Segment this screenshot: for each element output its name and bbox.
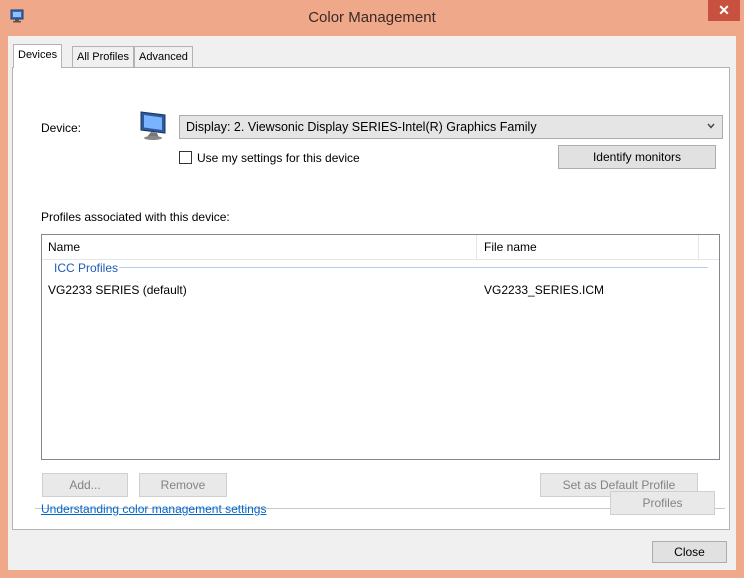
profiles-list[interactable]: Name File name ICC Profiles VG2233 SERIE… xyxy=(41,234,720,460)
profiles-heading: Profiles associated with this device: xyxy=(41,210,230,224)
column-header-file-name[interactable]: File name xyxy=(484,240,537,254)
understanding-color-management-link[interactable]: Understanding color management settings xyxy=(41,502,266,516)
use-my-settings-checkbox[interactable] xyxy=(179,151,192,164)
add-button[interactable]: Add... xyxy=(42,473,128,497)
device-select-value: Display: 2. Viewsonic Display SERIES-Int… xyxy=(186,120,537,134)
remove-button[interactable]: Remove xyxy=(139,473,227,497)
monitor-icon xyxy=(140,111,166,140)
tab-all-profiles[interactable]: All Profiles xyxy=(72,46,134,67)
identify-monitors-button[interactable]: Identify monitors xyxy=(558,145,716,169)
device-select[interactable]: Display: 2. Viewsonic Display SERIES-Int… xyxy=(179,115,723,139)
profile-name-cell: VG2233 SERIES (default) xyxy=(48,283,187,297)
device-label: Device: xyxy=(41,121,82,135)
profiles-button[interactable]: Profiles xyxy=(610,491,715,515)
table-row[interactable]: VG2233 SERIES (default) VG2233_SERIES.IC… xyxy=(42,281,719,301)
color-management-window: Color Management ✕ Devices All Profiles … xyxy=(0,0,744,578)
close-button[interactable]: Close xyxy=(652,541,727,563)
column-header-name[interactable]: Name xyxy=(48,240,80,254)
chevron-down-icon xyxy=(707,123,715,129)
group-header-icc-profiles[interactable]: ICC Profiles xyxy=(54,261,118,275)
close-window-button[interactable]: ✕ xyxy=(708,0,740,21)
window-title: Color Management xyxy=(308,9,436,26)
tab-advanced[interactable]: Advanced xyxy=(134,46,193,67)
column-divider[interactable] xyxy=(698,235,699,259)
devices-tab-panel: Device: Display: 2. Viewsonic Display SE… xyxy=(12,67,730,530)
tab-devices[interactable]: Devices xyxy=(13,44,63,68)
use-my-settings-label[interactable]: Use my settings for this device xyxy=(197,151,360,165)
dialog-client-area: Devices All Profiles Advanced Device: Di… xyxy=(8,36,736,570)
group-divider xyxy=(119,267,708,268)
list-header: Name File name xyxy=(42,235,719,260)
profile-file-cell: VG2233_SERIES.ICM xyxy=(484,283,605,297)
title-bar[interactable]: Color Management ✕ xyxy=(0,0,744,36)
column-divider[interactable] xyxy=(476,235,477,259)
